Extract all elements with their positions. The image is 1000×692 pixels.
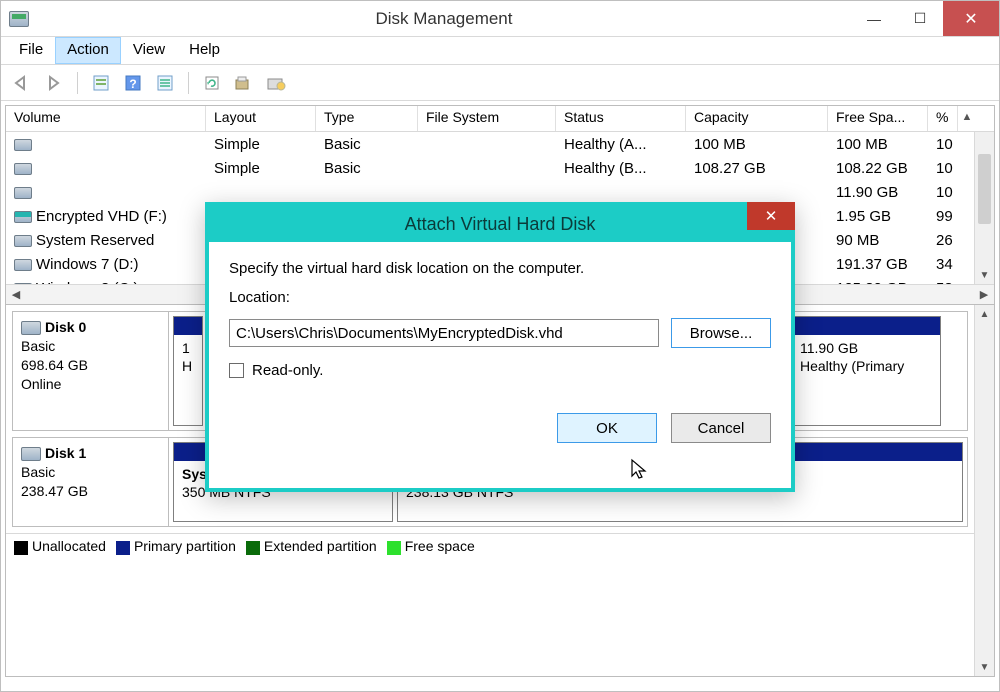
ok-button[interactable]: OK [557, 413, 657, 443]
dialog-prompt: Specify the virtual hard disk location o… [229, 260, 771, 277]
maximize-button[interactable]: ☐ [897, 1, 943, 36]
vertical-scrollbar[interactable]: ▼ [974, 132, 994, 284]
disk-info: Disk 0 Basic 698.64 GB Online [13, 312, 169, 430]
disk-name: Disk 0 [45, 319, 86, 335]
legend-unallocated-swatch [14, 541, 28, 555]
browse-button[interactable]: Browse... [671, 318, 771, 348]
scroll-down-icon[interactable]: ▼ [975, 658, 994, 676]
legend-extended-swatch [246, 541, 260, 555]
cancel-button[interactable]: Cancel [671, 413, 771, 443]
titlebar: Disk Management — ☐ ✕ [1, 1, 999, 37]
scroll-left-icon[interactable]: ◀ [8, 287, 24, 303]
scroll-down-icon[interactable]: ▼ [975, 266, 994, 284]
disk-size: 698.64 GB [21, 357, 88, 373]
col-layout[interactable]: Layout [206, 106, 316, 131]
readonly-label: Read-only. [252, 362, 323, 379]
disk-info: Disk 1 Basic 238.47 GB [13, 438, 169, 526]
toolbar: ? [1, 65, 999, 101]
statusbar [1, 681, 999, 691]
table-row[interactable]: SimpleBasicHealthy (B...108.27 GB108.22 … [6, 156, 994, 180]
volume-table-header: Volume Layout Type File System Status Ca… [6, 106, 994, 132]
scroll-up-icon[interactable] [975, 132, 994, 150]
close-button[interactable]: ✕ [943, 1, 999, 36]
col-freespace[interactable]: Free Spa... [828, 106, 928, 131]
dialog-close-button[interactable]: ✕ [747, 202, 795, 230]
svg-text:?: ? [129, 77, 136, 91]
list-icon[interactable] [152, 70, 178, 96]
legend-freespace-swatch [387, 541, 401, 555]
help-icon[interactable]: ? [120, 70, 146, 96]
dialog-title: Attach Virtual Hard Disk [405, 214, 596, 235]
partition[interactable]: 11.90 GB Healthy (Primary [791, 316, 941, 426]
scroll-right-icon[interactable]: ▶ [976, 287, 992, 303]
disk-type: Basic [21, 464, 55, 480]
col-status[interactable]: Status [556, 106, 686, 131]
partition[interactable]: 1 H [173, 316, 203, 426]
scroll-up-icon[interactable]: ▲ [958, 106, 976, 131]
app-icon [9, 11, 29, 27]
refresh-icon[interactable] [199, 70, 225, 96]
legend: Unallocated Primary partition Extended p… [6, 533, 974, 559]
col-type[interactable]: Type [316, 106, 418, 131]
disk-icon [21, 447, 41, 461]
table-row[interactable]: SimpleBasicHealthy (A...100 MB100 MB10 [6, 132, 994, 156]
readonly-checkbox[interactable] [229, 363, 244, 378]
menu-help[interactable]: Help [177, 37, 232, 64]
menu-file[interactable]: File [7, 37, 55, 64]
window-title: Disk Management [37, 9, 851, 29]
settings-icon[interactable] [263, 70, 289, 96]
vertical-scrollbar[interactable]: ▲ ▼ [974, 305, 994, 676]
menu-action[interactable]: Action [55, 37, 121, 64]
props-icon[interactable] [88, 70, 114, 96]
back-icon[interactable] [9, 70, 35, 96]
disk-status: Online [21, 376, 61, 392]
location-label: Location: [229, 289, 771, 306]
disk-icon [21, 321, 41, 335]
legend-primary-swatch [116, 541, 130, 555]
table-row[interactable]: 11.90 GB10 [6, 180, 994, 204]
col-percent[interactable]: % [928, 106, 958, 131]
attach-vhd-dialog: Attach Virtual Hard Disk ✕ Specify the v… [205, 202, 795, 492]
col-filesystem[interactable]: File System [418, 106, 556, 131]
dialog-titlebar: Attach Virtual Hard Disk ✕ [209, 206, 791, 242]
scroll-up-icon[interactable]: ▲ [975, 305, 994, 323]
scroll-thumb[interactable] [978, 154, 991, 224]
minimize-button[interactable]: — [851, 1, 897, 36]
disk-type: Basic [21, 338, 55, 354]
disk-name: Disk 1 [45, 445, 86, 461]
disk-size: 238.47 GB [21, 483, 88, 499]
col-capacity[interactable]: Capacity [686, 106, 828, 131]
col-volume[interactable]: Volume [6, 106, 206, 131]
location-input[interactable] [229, 319, 659, 347]
menu-view[interactable]: View [121, 37, 177, 64]
menubar: File Action View Help [1, 37, 999, 65]
rescan-icon[interactable] [231, 70, 257, 96]
forward-icon[interactable] [41, 70, 67, 96]
